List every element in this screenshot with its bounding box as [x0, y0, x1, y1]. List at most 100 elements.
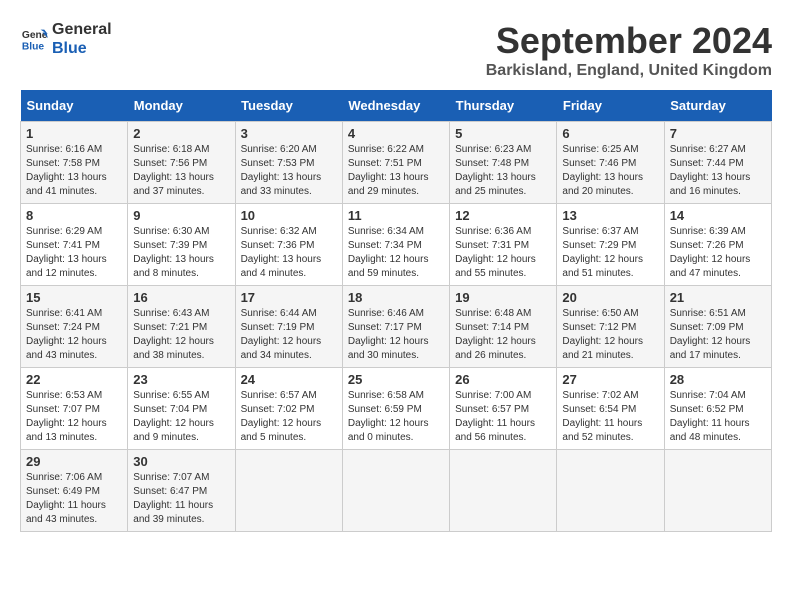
- header: General Blue General Blue September 2024…: [20, 20, 772, 80]
- day-detail: Sunrise: 7:06 AMSunset: 6:49 PMDaylight:…: [26, 471, 122, 527]
- day-number: 3: [241, 126, 337, 141]
- day-number: 20: [562, 290, 658, 305]
- calendar-cell: 2Sunrise: 6:18 AMSunset: 7:56 PMDaylight…: [128, 122, 235, 204]
- day-detail: Sunrise: 6:41 AMSunset: 7:24 PMDaylight:…: [26, 307, 122, 363]
- day-detail: Sunrise: 6:39 AMSunset: 7:26 PMDaylight:…: [670, 225, 766, 281]
- calendar-cell: 23 Sunrise: 6:55 AMSunset: 7:04 PMDayligh…: [128, 368, 235, 450]
- calendar-week-row: 15 Sunrise: 6:41 AMSunset: 7:24 PMDayligh…: [21, 286, 772, 368]
- day-detail: Sunrise: 6:55 AMSunset: 7:04 PMDaylight:…: [133, 389, 229, 445]
- day-detail: Sunrise: 6:37 AMSunset: 7:29 PMDaylight:…: [562, 225, 658, 281]
- day-detail: Sunrise: 6:20 AMSunset: 7:53 PMDaylight:…: [241, 143, 337, 199]
- day-header-thursday: Thursday: [450, 90, 557, 122]
- day-number: 11: [348, 208, 444, 223]
- day-number: 24: [241, 372, 337, 387]
- day-detail: Sunrise: 7:04 AMSunset: 6:52 PMDaylight:…: [670, 389, 766, 445]
- day-detail: Sunrise: 6:48 AMSunset: 7:14 PMDaylight:…: [455, 307, 551, 363]
- day-detail: Sunrise: 6:18 AMSunset: 7:56 PMDaylight:…: [133, 143, 229, 199]
- day-detail: Sunrise: 7:02 AMSunset: 6:54 PMDaylight:…: [562, 389, 658, 445]
- logo: General Blue General Blue: [20, 20, 112, 58]
- calendar-cell: 14 Sunrise: 6:39 AMSunset: 7:26 PMDayligh…: [664, 204, 771, 286]
- calendar-cell: 12 Sunrise: 6:36 AMSunset: 7:31 PMDayligh…: [450, 204, 557, 286]
- svg-text:Blue: Blue: [22, 41, 45, 52]
- day-number: 22: [26, 372, 122, 387]
- calendar-week-row: 22 Sunrise: 6:53 AMSunset: 7:07 PMDayligh…: [21, 368, 772, 450]
- day-detail: Sunrise: 6:25 AMSunset: 7:46 PMDaylight:…: [562, 143, 658, 199]
- calendar-cell: 22 Sunrise: 6:53 AMSunset: 7:07 PMDayligh…: [21, 368, 128, 450]
- day-number: 10: [241, 208, 337, 223]
- day-header-monday: Monday: [128, 90, 235, 122]
- calendar-cell: 4 Sunrise: 6:22 AMSunset: 7:51 PMDaylight…: [342, 122, 449, 204]
- calendar-cell: 16 Sunrise: 6:43 AMSunset: 7:21 PMDayligh…: [128, 286, 235, 368]
- calendar-cell: 13 Sunrise: 6:37 AMSunset: 7:29 PMDayligh…: [557, 204, 664, 286]
- page-title: September 2024: [486, 20, 772, 62]
- day-header-wednesday: Wednesday: [342, 90, 449, 122]
- calendar-cell: 9Sunrise: 6:30 AMSunset: 7:39 PMDaylight…: [128, 204, 235, 286]
- day-detail: Sunrise: 6:57 AMSunset: 7:02 PMDaylight:…: [241, 389, 337, 445]
- day-header-tuesday: Tuesday: [235, 90, 342, 122]
- day-number: 23: [133, 372, 229, 387]
- day-number: 4: [348, 126, 444, 141]
- day-detail: Sunrise: 7:00 AMSunset: 6:57 PMDaylight:…: [455, 389, 551, 445]
- day-detail: Sunrise: 6:36 AMSunset: 7:31 PMDaylight:…: [455, 225, 551, 281]
- calendar-cell: 3 Sunrise: 6:20 AMSunset: 7:53 PMDaylight…: [235, 122, 342, 204]
- logo-line2: Blue: [52, 39, 112, 58]
- calendar-cell: 7Sunrise: 6:27 AMSunset: 7:44 PMDaylight…: [664, 122, 771, 204]
- calendar-body: 1 Sunrise: 6:16 AMSunset: 7:58 PMDaylight…: [21, 122, 772, 532]
- calendar-cell: 10Sunrise: 6:32 AMSunset: 7:36 PMDayligh…: [235, 204, 342, 286]
- day-detail: Sunrise: 6:46 AMSunset: 7:17 PMDaylight:…: [348, 307, 444, 363]
- day-header-saturday: Saturday: [664, 90, 771, 122]
- day-number: 30: [133, 454, 229, 469]
- day-number: 13: [562, 208, 658, 223]
- calendar-cell: [664, 450, 771, 532]
- calendar-cell: [235, 450, 342, 532]
- day-number: 6: [562, 126, 658, 141]
- calendar-cell: 24 Sunrise: 6:57 AMSunset: 7:02 PMDayligh…: [235, 368, 342, 450]
- day-detail: Sunrise: 6:16 AMSunset: 7:58 PMDaylight:…: [26, 143, 122, 199]
- calendar-table: SundayMondayTuesdayWednesdayThursdayFrid…: [20, 90, 772, 532]
- calendar-cell: [557, 450, 664, 532]
- calendar-cell: 30 Sunrise: 7:07 AMSunset: 6:47 PMDayligh…: [128, 450, 235, 532]
- day-detail: Sunrise: 6:53 AMSunset: 7:07 PMDaylight:…: [26, 389, 122, 445]
- calendar-cell: 18 Sunrise: 6:46 AMSunset: 7:17 PMDayligh…: [342, 286, 449, 368]
- calendar-cell: 27 Sunrise: 7:02 AMSunset: 6:54 PMDayligh…: [557, 368, 664, 450]
- calendar-week-row: 29Sunrise: 7:06 AMSunset: 6:49 PMDayligh…: [21, 450, 772, 532]
- calendar-cell: 19 Sunrise: 6:48 AMSunset: 7:14 PMDayligh…: [450, 286, 557, 368]
- day-number: 1: [26, 126, 122, 141]
- logo-line1: General: [52, 20, 112, 39]
- day-number: 16: [133, 290, 229, 305]
- day-detail: Sunrise: 6:30 AMSunset: 7:39 PMDaylight:…: [133, 225, 229, 281]
- day-number: 27: [562, 372, 658, 387]
- day-detail: Sunrise: 6:51 AMSunset: 7:09 PMDaylight:…: [670, 307, 766, 363]
- calendar-cell: 17 Sunrise: 6:44 AMSunset: 7:19 PMDayligh…: [235, 286, 342, 368]
- day-number: 5: [455, 126, 551, 141]
- day-number: 14: [670, 208, 766, 223]
- day-number: 25: [348, 372, 444, 387]
- day-header-friday: Friday: [557, 90, 664, 122]
- calendar-cell: [342, 450, 449, 532]
- day-number: 7: [670, 126, 766, 141]
- logo-icon: General Blue: [20, 25, 48, 53]
- calendar-cell: 25Sunrise: 6:58 AMSunset: 6:59 PMDayligh…: [342, 368, 449, 450]
- day-detail: Sunrise: 6:22 AMSunset: 7:51 PMDaylight:…: [348, 143, 444, 199]
- day-number: 21: [670, 290, 766, 305]
- day-number: 12: [455, 208, 551, 223]
- calendar-cell: 6 Sunrise: 6:25 AMSunset: 7:46 PMDaylight…: [557, 122, 664, 204]
- day-number: 18: [348, 290, 444, 305]
- calendar-cell: [450, 450, 557, 532]
- day-number: 19: [455, 290, 551, 305]
- day-detail: Sunrise: 6:43 AMSunset: 7:21 PMDaylight:…: [133, 307, 229, 363]
- day-number: 8: [26, 208, 122, 223]
- day-header-sunday: Sunday: [21, 90, 128, 122]
- day-detail: Sunrise: 7:07 AMSunset: 6:47 PMDaylight:…: [133, 471, 229, 527]
- title-area: September 2024 Barkisland, England, Unit…: [486, 20, 772, 80]
- calendar-cell: 28Sunrise: 7:04 AMSunset: 6:52 PMDayligh…: [664, 368, 771, 450]
- calendar-cell: 5 Sunrise: 6:23 AMSunset: 7:48 PMDaylight…: [450, 122, 557, 204]
- day-number: 15: [26, 290, 122, 305]
- calendar-cell: 21 Sunrise: 6:51 AMSunset: 7:09 PMDayligh…: [664, 286, 771, 368]
- day-detail: Sunrise: 6:50 AMSunset: 7:12 PMDaylight:…: [562, 307, 658, 363]
- calendar-cell: 20 Sunrise: 6:50 AMSunset: 7:12 PMDayligh…: [557, 286, 664, 368]
- day-number: 17: [241, 290, 337, 305]
- day-detail: Sunrise: 6:44 AMSunset: 7:19 PMDaylight:…: [241, 307, 337, 363]
- day-detail: Sunrise: 6:23 AMSunset: 7:48 PMDaylight:…: [455, 143, 551, 199]
- day-number: 26: [455, 372, 551, 387]
